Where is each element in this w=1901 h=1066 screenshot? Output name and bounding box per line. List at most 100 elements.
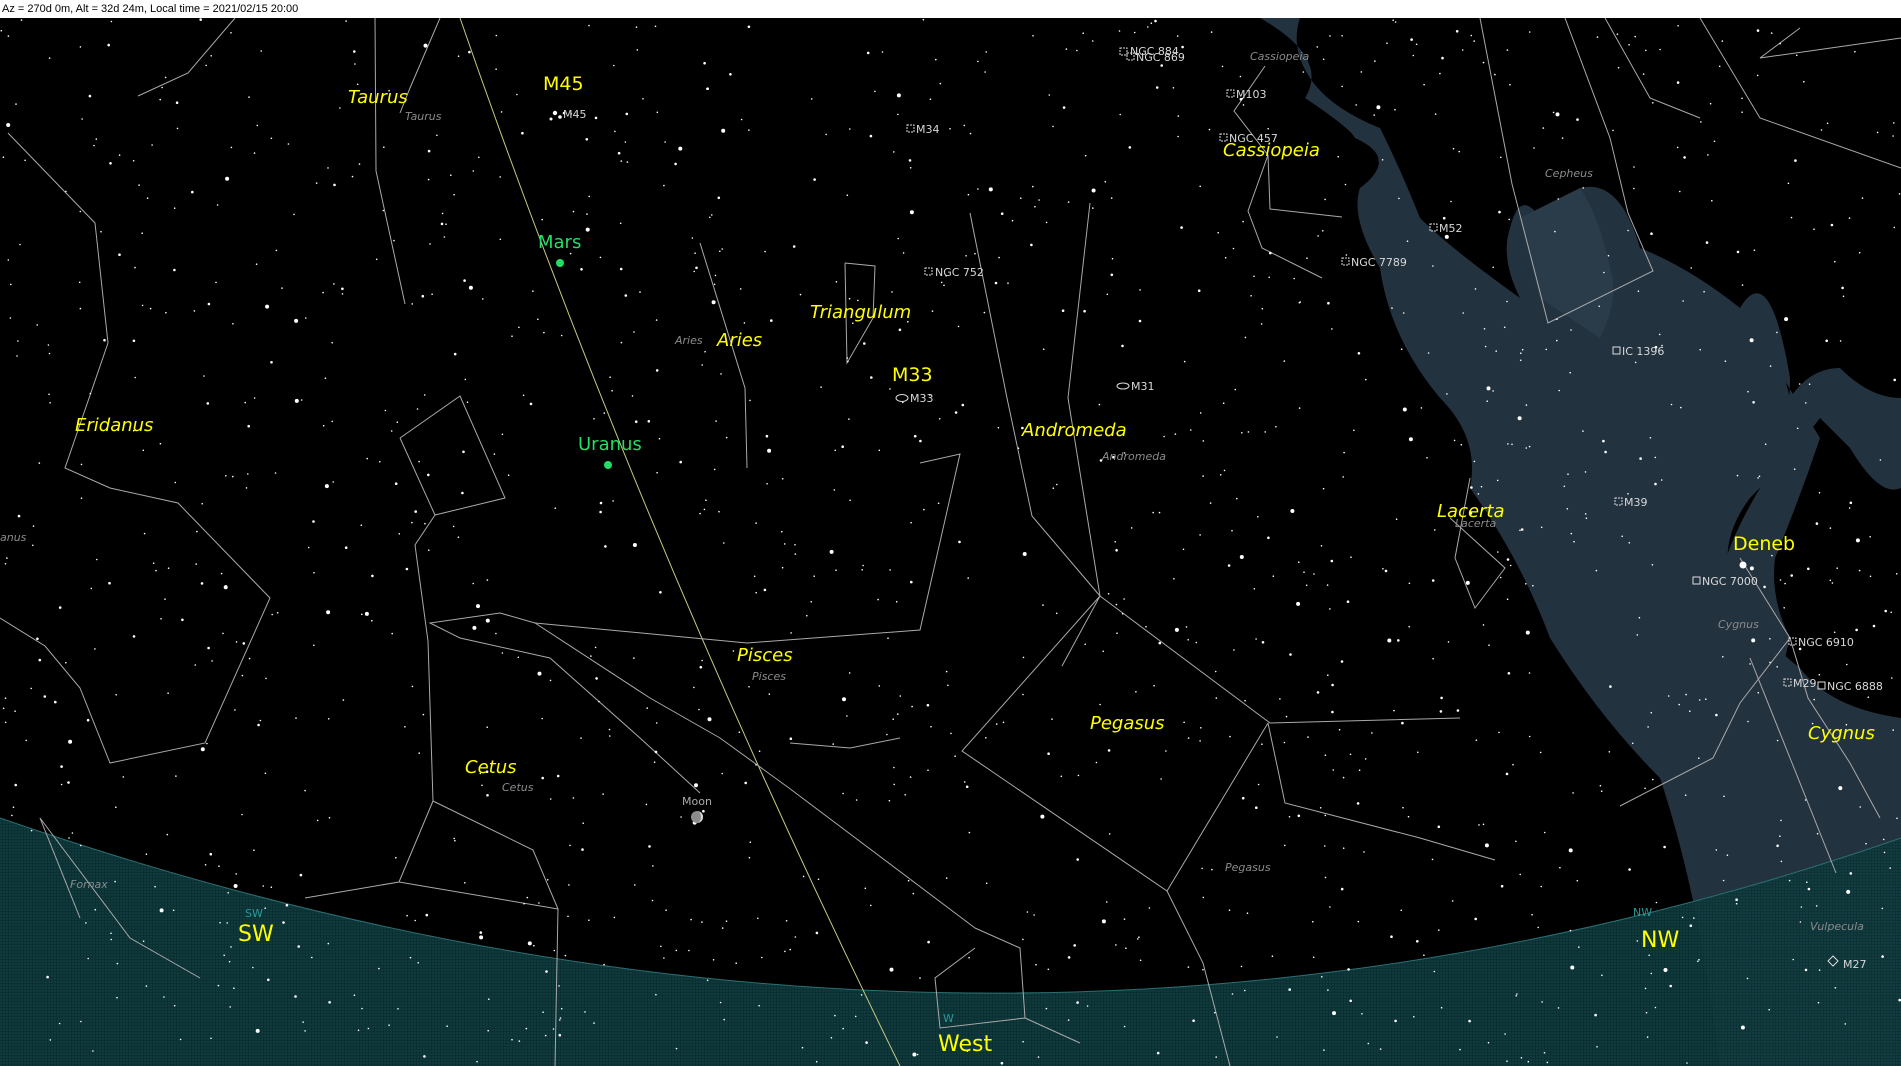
star: [1482, 61, 1485, 64]
star: [985, 737, 987, 739]
star: [1244, 989, 1246, 992]
star: [1307, 736, 1309, 738]
star: [1345, 254, 1348, 256]
star: [847, 360, 849, 363]
star: [1195, 641, 1198, 644]
star: [1264, 431, 1266, 433]
star: [860, 994, 863, 996]
star: [141, 304, 144, 307]
star: [1570, 965, 1575, 970]
deneb-star[interactable]: [1739, 561, 1747, 569]
star: [582, 822, 584, 824]
star: [175, 101, 179, 104]
star: [1329, 35, 1331, 37]
star: [1722, 656, 1724, 658]
star: [848, 672, 851, 674]
sky-chart[interactable]: M45 M34 NGC 752 M33 M31 NGC 884 NGC 869 …: [0, 18, 1901, 1066]
star: [116, 962, 119, 965]
star: [1848, 507, 1851, 509]
star: [1174, 627, 1179, 632]
dso-ngc7000[interactable]: NGC 7000: [1692, 575, 1758, 588]
star: [331, 341, 334, 344]
direction-west: West: [938, 1032, 992, 1057]
star: [690, 918, 692, 921]
star: [142, 940, 145, 942]
star: [1415, 43, 1418, 46]
star: [1217, 231, 1219, 234]
star: [89, 392, 92, 395]
star: [96, 558, 98, 561]
star: [378, 967, 380, 970]
svg-text:M39: M39: [1624, 496, 1648, 509]
star: [1332, 769, 1334, 771]
star: [877, 598, 879, 601]
direction-nw: NW: [1641, 928, 1679, 953]
star: [1210, 31, 1213, 33]
star: [963, 124, 966, 127]
star: [414, 510, 418, 513]
dso-ngc7789[interactable]: NGC 7789: [1341, 256, 1407, 269]
svg-text:M52: M52: [1439, 222, 1463, 235]
star: [961, 403, 965, 407]
star: [4, 563, 7, 565]
star: [1652, 778, 1654, 781]
star: [1138, 319, 1142, 323]
star: [1721, 40, 1724, 42]
star: [114, 880, 116, 883]
star: [1395, 518, 1398, 520]
star: [1034, 205, 1036, 208]
star: [542, 1011, 544, 1013]
star: [1408, 437, 1413, 442]
star: [1771, 554, 1773, 557]
star: [516, 93, 518, 96]
star: [938, 418, 941, 420]
star: [678, 146, 683, 151]
star: [79, 46, 82, 48]
star: [713, 283, 716, 286]
dso-ngc869[interactable]: NGC 869: [1126, 51, 1185, 64]
star: [454, 839, 456, 842]
star: [218, 865, 220, 867]
star: [315, 182, 318, 184]
star: [815, 1060, 818, 1063]
star: [1242, 104, 1245, 106]
star: [1825, 339, 1828, 343]
star: [1092, 207, 1094, 209]
star: [1329, 608, 1331, 610]
star: [416, 408, 419, 410]
star: [486, 794, 489, 797]
star: [1572, 792, 1574, 794]
constellation-name-pisces: Pisces: [737, 645, 793, 666]
star: [656, 111, 659, 114]
star: [122, 776, 125, 778]
dso-ngc6910[interactable]: NGC 6910: [1788, 636, 1854, 649]
star: [701, 659, 703, 662]
star: [1520, 352, 1522, 355]
star: [1855, 628, 1858, 632]
dso-ngc6888[interactable]: NGC 6888: [1817, 680, 1883, 693]
star: [461, 491, 464, 495]
star: [7, 259, 10, 261]
star: [1104, 180, 1107, 183]
star: [294, 318, 299, 323]
star: [1327, 674, 1329, 676]
star: [1680, 406, 1682, 409]
star: [526, 896, 529, 899]
star: [770, 319, 773, 322]
star: [1500, 884, 1504, 888]
star: [922, 18, 925, 21]
star: [1376, 105, 1381, 110]
star: [1260, 323, 1263, 325]
star: [46, 975, 49, 979]
star: [418, 460, 420, 463]
star: [1272, 575, 1275, 577]
star: [1682, 300, 1684, 302]
star: [1698, 699, 1701, 701]
star: [145, 853, 148, 855]
star: [949, 128, 951, 130]
star: [706, 87, 709, 90]
star: [735, 962, 737, 964]
star: [1648, 954, 1650, 957]
star: [1289, 653, 1292, 656]
star: [1834, 987, 1837, 989]
